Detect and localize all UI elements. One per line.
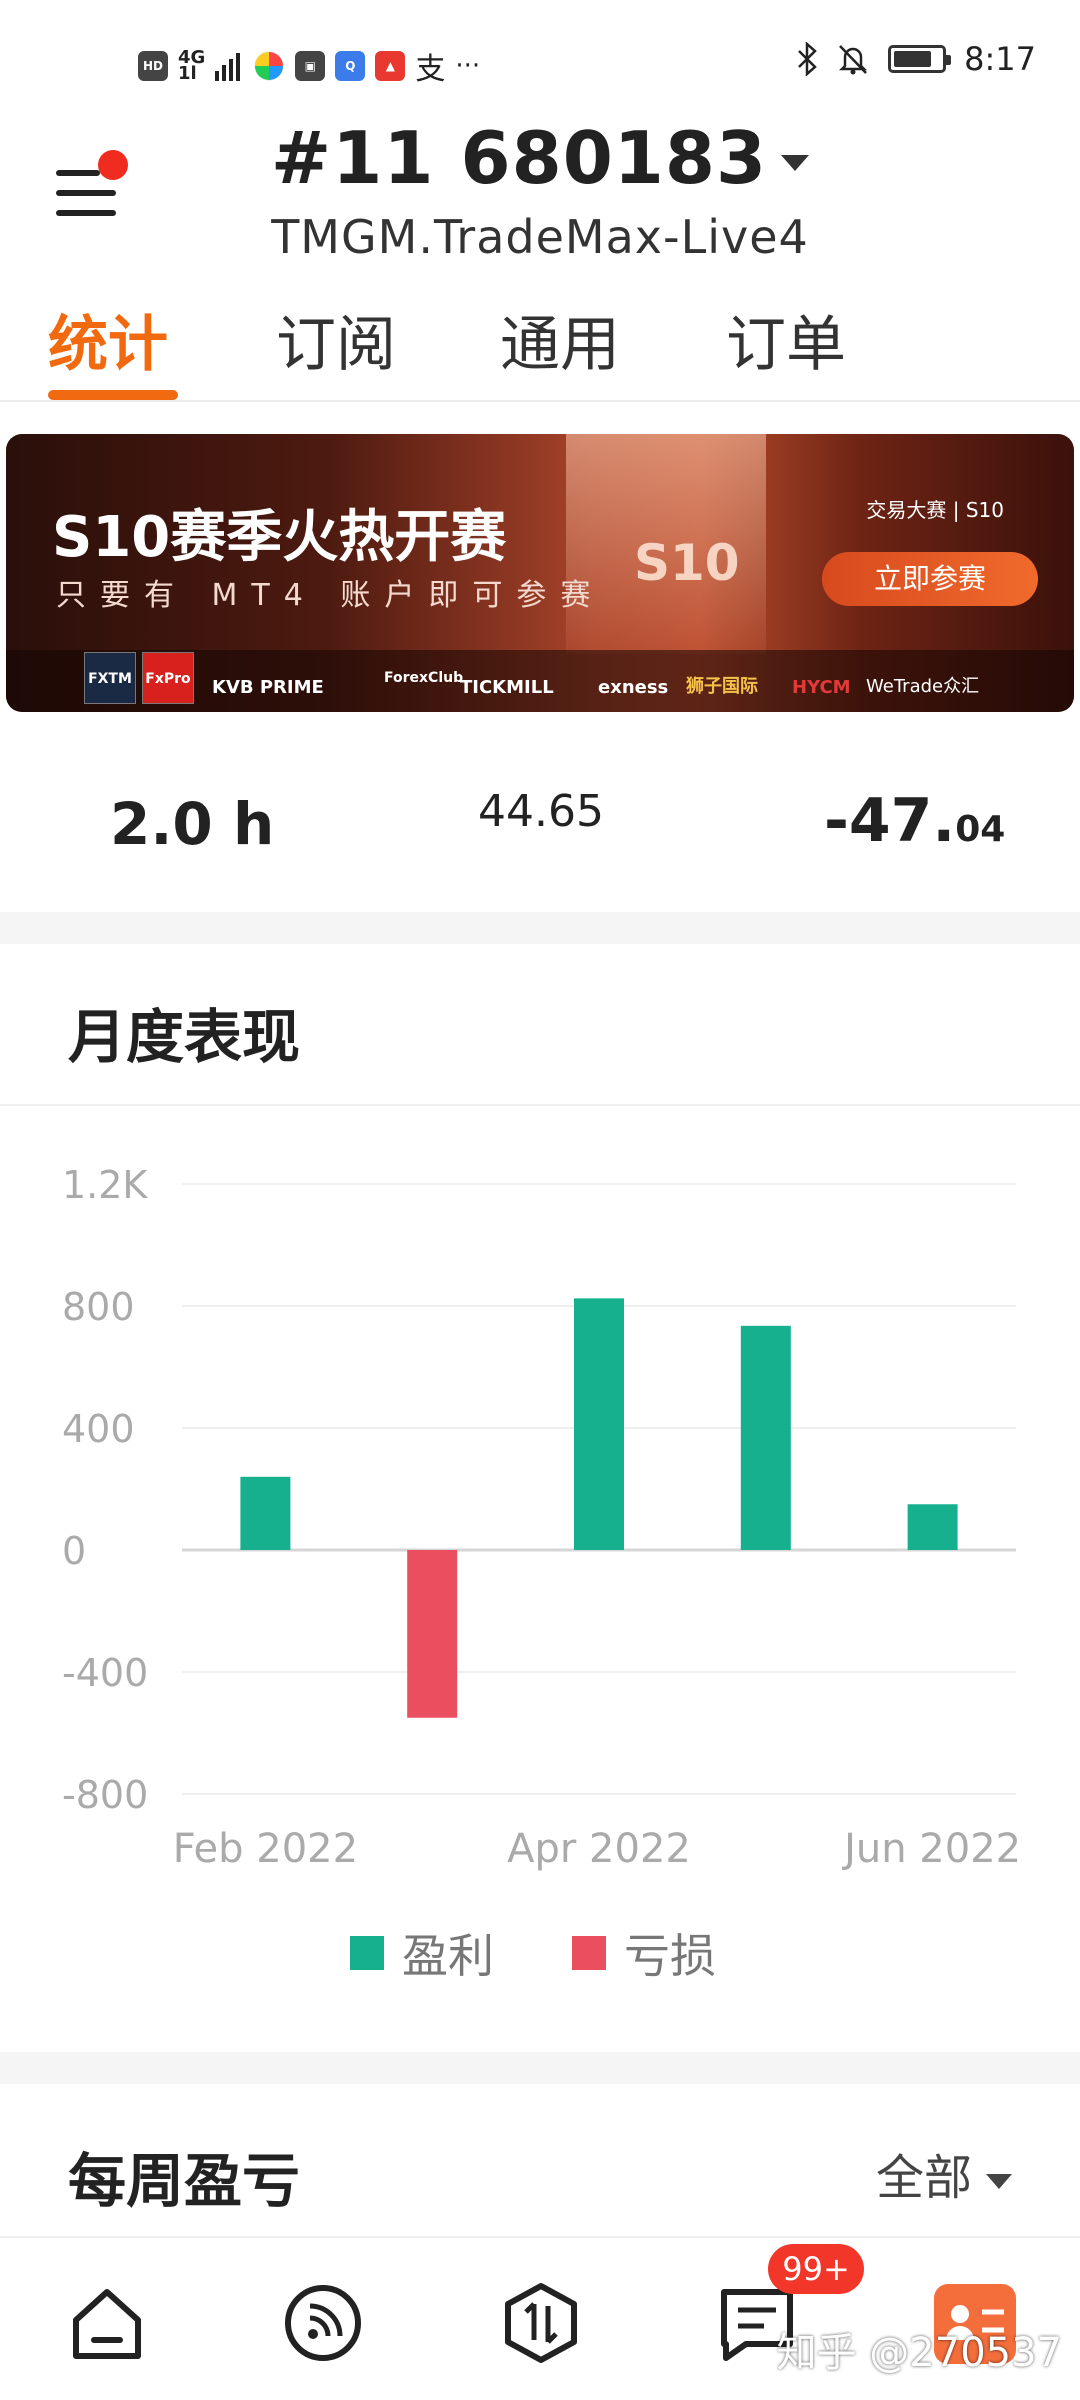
sponsor-logo: FxPro [142, 652, 194, 704]
network-4g-icon: 4G 1l [178, 47, 206, 84]
status-bar: HD 4G 1l ▣ Q ▲ 支 ··· 8:17 [0, 0, 1080, 100]
filter-label: 全部 [875, 2150, 972, 2206]
promo-banner[interactable]: S10赛季火热开赛 只要有 MT4 账户即可参赛 交易大赛 | S10 S10 … [6, 434, 1074, 712]
more-notifications-icon: ··· [455, 51, 481, 81]
app-multi-icon [254, 51, 284, 81]
bar [240, 1476, 291, 1550]
banner-subtitle: 只要有 MT4 账户即可参赛 [56, 578, 605, 613]
browser-icon: Q [335, 51, 366, 81]
tab-orders[interactable]: 订单 [726, 296, 846, 383]
sponsor-logo: exness [598, 677, 669, 698]
account-selector[interactable]: #11 680183 [0, 116, 1080, 200]
sponsor-logo: KVB PRIME [212, 677, 324, 698]
legend-profit: 盈利 [350, 1920, 494, 1986]
stat-right-value: -47.04 [824, 786, 1005, 856]
tab-bar: 统计 订阅 通用 订单 [0, 296, 1080, 402]
bar [907, 1504, 958, 1550]
monthly-chart: 1.2K 800 400 0 -400 -800 Feb 2022 Apr 2022 Jun 2… [62, 1163, 1021, 1872]
bar [407, 1550, 458, 1718]
huawei-mall-icon: ▲ [375, 51, 406, 81]
clock: 8:17 [964, 40, 1036, 78]
sponsor-logo: FXTM [84, 652, 136, 704]
active-tab-indicator [48, 390, 178, 400]
account-number: #11 680183 [270, 116, 768, 200]
alipay-icon: 支 [415, 52, 446, 87]
y-tick-label: -800 [62, 1773, 148, 1817]
y-tick-label: 400 [62, 1407, 135, 1451]
sponsor-strip: FXTM FxPro KVB PRIME ForexClub TICKMILL … [6, 650, 1074, 712]
legend-loss: 亏损 [572, 1920, 716, 1986]
sponsor-logo: ForexClub [384, 670, 464, 686]
tab-general[interactable]: 通用 [500, 296, 620, 383]
weekly-title: 每周盈亏 [68, 2147, 301, 2215]
banner-title: S10赛季火热开赛 [52, 505, 507, 570]
status-right-icons: 8:17 [796, 40, 1036, 78]
banner-stage-text: S10 [634, 534, 740, 592]
signal-icon [215, 53, 241, 81]
chevron-down-icon [986, 2173, 1012, 2189]
weekly-filter-dropdown[interactable]: 全部 [876, 2138, 1012, 2208]
x-tick-label: Jun 2022 [841, 1826, 1021, 1872]
huawei-store-icon: ▣ [295, 51, 326, 81]
y-tick-label: 800 [62, 1285, 135, 1329]
y-tick-label: 1.2K [62, 1163, 148, 1207]
tab-statistics[interactable]: 统计 [48, 296, 168, 383]
divider [0, 1104, 1080, 1106]
bar [740, 1325, 791, 1550]
home-icon[interactable] [62, 2278, 152, 2368]
feed-icon[interactable] [278, 2278, 368, 2368]
stat-avg-hold: 2.0 h [110, 790, 275, 858]
bluetooth-icon [798, 42, 817, 76]
legend-swatch-loss [572, 1936, 606, 1970]
banner-tag: 交易大赛 | S10 [866, 498, 1004, 522]
section-divider [0, 2052, 1080, 2084]
trade-icon[interactable] [496, 2278, 586, 2368]
mute-icon [839, 45, 868, 75]
y-tick-label: 0 [62, 1529, 86, 1573]
bar [574, 1298, 624, 1550]
legend-label: 盈利 [402, 1929, 494, 1983]
y-tick-label: -400 [62, 1651, 148, 1695]
server-name: TMGM.TradeMax-Live4 [271, 210, 809, 264]
hd-icon: HD [138, 51, 168, 81]
x-tick-label: Feb 2022 [173, 1826, 358, 1872]
tab-subscribe[interactable]: 订阅 [276, 296, 396, 383]
section-divider [0, 912, 1080, 944]
monthly-title: 月度表现 [68, 1003, 301, 1071]
sponsor-logo: 狮子国际 [686, 676, 758, 697]
watermark: 知乎 @270537 [776, 2330, 1062, 2376]
battery-icon [888, 45, 952, 73]
legend-label: 亏损 [624, 1929, 716, 1983]
x-tick-label: Apr 2022 [507, 1826, 691, 1872]
stat-mid-value: 44.65 [478, 786, 604, 837]
sponsor-logo: WeTrade众汇 [866, 676, 980, 697]
status-left-icons: HD 4G 1l ▣ Q ▲ 支 ··· [138, 44, 480, 88]
stat-right-dec: 04 [955, 809, 1006, 850]
sponsor-logo: HYCM [792, 677, 851, 698]
sponsor-logo: TICKMILL [460, 677, 554, 698]
join-contest-button[interactable]: 立即参赛 [822, 552, 1038, 606]
message-badge: 99+ [768, 2244, 864, 2294]
stat-right-int: -47. [824, 786, 956, 856]
legend-swatch-profit [350, 1936, 384, 1970]
chevron-down-icon [781, 155, 810, 172]
